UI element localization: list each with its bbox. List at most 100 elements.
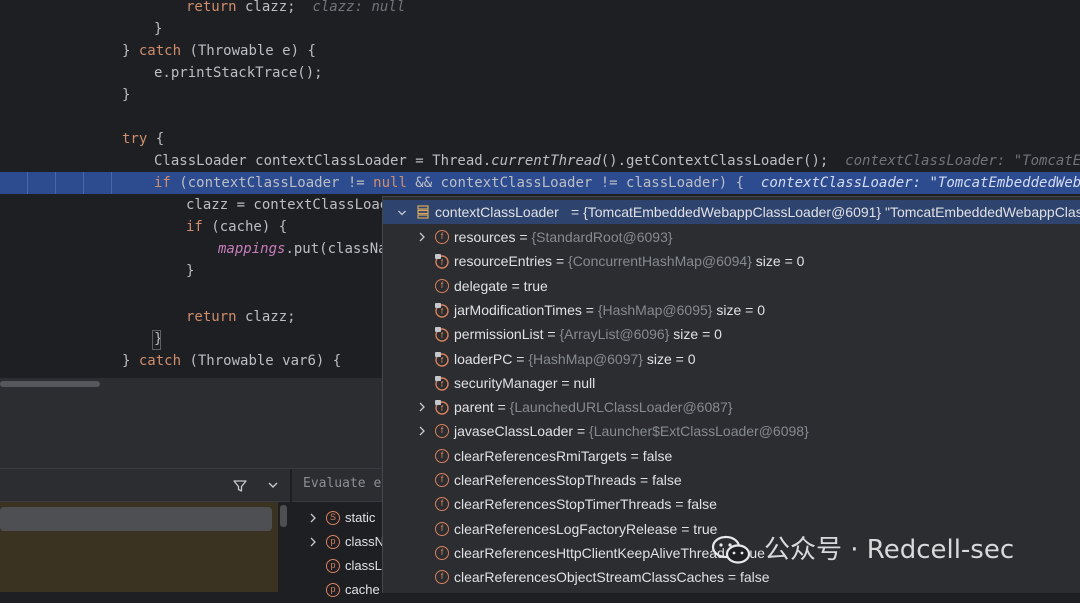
frames-header bbox=[0, 469, 290, 502]
chevron-down-icon[interactable] bbox=[397, 207, 407, 219]
code-token: && contextClassLoader != classLoader) { bbox=[406, 175, 761, 191]
watermark-text: 公众号 · Redcell-sec bbox=[764, 535, 1015, 565]
field-value: = false bbox=[630, 447, 673, 464]
code-token: ().getContextClassLoader(); bbox=[600, 153, 846, 169]
inline-debug-hint: contextClassLoader: "TomcatEmbeddedWebap… bbox=[845, 153, 1080, 169]
field-icon: f bbox=[435, 278, 449, 293]
keyword-token: catch bbox=[138, 43, 182, 59]
variable-row[interactable]: p cache bbox=[292, 579, 382, 603]
field-name: delegate bbox=[454, 277, 508, 294]
variable-row[interactable]: Sstatic bbox=[292, 507, 382, 531]
filter-icon[interactable] bbox=[232, 478, 248, 494]
object-reference: {ConcurrentHashMap@6094} bbox=[568, 253, 752, 270]
keyword-token: if bbox=[154, 175, 171, 191]
code-text: if (cache) { bbox=[186, 216, 287, 238]
field-name: clearReferencesLogFactoryRelease bbox=[454, 520, 678, 537]
code-line[interactable]: try { bbox=[0, 128, 1080, 150]
chevron-down-icon[interactable] bbox=[266, 478, 280, 492]
object-reference: {HashMap@6095} bbox=[597, 301, 713, 318]
object-reference: {StandardRoot@6093} bbox=[531, 229, 673, 245]
object-reference: {HashMap@6097} bbox=[528, 350, 643, 367]
code-token: { bbox=[147, 131, 165, 147]
debug-tool-window: Evaluate e Sstatic p classN p classL p cache bbox=[0, 469, 385, 597]
scrollbar-thumb[interactable] bbox=[0, 381, 100, 387]
field-icon: f bbox=[435, 473, 449, 487]
code-token: (contextClassLoader != bbox=[170, 175, 374, 191]
selected-frame-row[interactable] bbox=[0, 507, 272, 531]
root-variable-value: = {TomcatEmbeddedWebappClassLoader@6091}… bbox=[571, 204, 1080, 220]
field-row-securityManager[interactable]: f securityManager = null bbox=[383, 371, 1080, 395]
chevron-right-icon[interactable] bbox=[417, 425, 427, 437]
equals-sign: = bbox=[547, 326, 560, 343]
field-name: parent bbox=[454, 399, 494, 416]
field-value: size = 0 bbox=[669, 326, 722, 343]
evaluate-expression-field[interactable]: Evaluate e bbox=[303, 476, 381, 491]
static-icon: S bbox=[326, 511, 340, 525]
code-line[interactable]: } bbox=[0, 18, 1080, 40]
code-text: } catch (Throwable e) { bbox=[122, 40, 316, 62]
parameter-icon: p bbox=[326, 559, 340, 573]
keyword-token: if bbox=[186, 219, 203, 235]
field-value: = false bbox=[640, 472, 682, 488]
frames-list[interactable] bbox=[0, 502, 278, 592]
chevron-right-icon[interactable] bbox=[308, 536, 318, 548]
code-line[interactable]: } catch (Throwable e) { bbox=[0, 40, 1080, 62]
field-row-loaderPC[interactable]: f loaderPC = {HashMap@6097} size = 0 bbox=[383, 347, 1080, 371]
field-row-clearReferencesStopTimerThreads[interactable]: f clearReferencesStopTimerThreads = false bbox=[383, 492, 1080, 516]
field-row-permissionList[interactable]: f permissionList = {ArrayList@6096} size … bbox=[383, 322, 1080, 346]
code-text: return clazz; bbox=[186, 306, 296, 328]
chevron-right-icon[interactable] bbox=[308, 512, 318, 524]
field-row-parent[interactable]: f parent = {LaunchedURLClassLoader@6087} bbox=[383, 395, 1080, 419]
field-locked-icon: f bbox=[435, 254, 449, 269]
field-row-clearReferencesObjectStreamClassCaches[interactable]: f clearReferencesObjectStreamClassCaches … bbox=[383, 565, 1080, 589]
chevron-right-icon[interactable] bbox=[417, 231, 427, 243]
field-row-javaseClassLoader[interactable]: f javaseClassLoader = {Launcher$ExtClassL… bbox=[383, 419, 1080, 443]
field-row-delegate[interactable]: f delegate = true bbox=[383, 274, 1080, 298]
code-token: ClassLoader contextClassLoader = Thread. bbox=[154, 153, 492, 169]
field-value: size = 0 bbox=[642, 350, 696, 367]
code-text: try { bbox=[122, 128, 164, 150]
code-token: e.printStackTrace(); bbox=[154, 65, 323, 81]
code-line[interactable]: ClassLoader contextClassLoader = Thread.… bbox=[0, 150, 1080, 172]
wechat-logo-icon bbox=[711, 535, 751, 564]
keyword-token: null bbox=[373, 175, 407, 191]
code-line[interactable]: e.printStackTrace(); bbox=[0, 62, 1080, 84]
field-value: = true bbox=[511, 277, 548, 294]
object-reference: {LaunchedURLClassLoader@6087} bbox=[509, 399, 733, 416]
inspector-root-row[interactable]: contextClassLoader = {TomcatEmbeddedWeba… bbox=[383, 200, 1080, 224]
field-row-resources[interactable]: f resources = {StandardRoot@6093} bbox=[383, 225, 1080, 249]
field-icon: f bbox=[435, 448, 449, 463]
field-row-jarModificationTimes[interactable]: f jarModificationTimes = {HashMap@6095} s… bbox=[383, 298, 1080, 322]
frames-scrollbar[interactable] bbox=[280, 505, 287, 527]
field-row-resourceEntries[interactable]: f resourceEntries = {ConcurrentHashMap@60… bbox=[383, 249, 1080, 273]
code-text: return clazz; clazz: null bbox=[186, 0, 405, 18]
svg-text:f: f bbox=[441, 404, 444, 413]
variable-row[interactable]: p classL bbox=[292, 555, 382, 579]
code-token: } bbox=[186, 263, 195, 279]
keyword-token: try bbox=[122, 131, 148, 147]
equals-sign: = bbox=[519, 229, 532, 245]
current-execution-line[interactable]: if (contextClassLoader != null && contex… bbox=[0, 172, 1080, 194]
code-line[interactable]: } bbox=[0, 84, 1080, 106]
stack-icon bbox=[417, 205, 429, 219]
code-token: currentThread bbox=[491, 153, 601, 169]
field-row-clearReferencesStopThreads[interactable]: f clearReferencesStopThreads = false bbox=[383, 468, 1080, 492]
field-row-clearReferencesRmiTargets[interactable]: f clearReferencesRmiTargets = false bbox=[383, 444, 1080, 468]
field-locked-icon: f bbox=[435, 375, 449, 391]
code-line[interactable]: return clazz; clazz: null bbox=[0, 0, 1080, 18]
root-variable-name: contextClassLoader bbox=[435, 204, 559, 220]
svg-text:f: f bbox=[441, 307, 444, 316]
variable-row[interactable]: p classN bbox=[292, 531, 385, 555]
editor-horizontal-scrollbar[interactable] bbox=[0, 378, 382, 390]
variables-header[interactable]: Evaluate e bbox=[292, 469, 382, 502]
field-locked-icon: f bbox=[435, 351, 449, 367]
code-token: (Throwable var6) { bbox=[181, 353, 342, 369]
variable-name: classN bbox=[345, 534, 385, 549]
field-name: resources bbox=[454, 229, 516, 245]
equals-sign: = bbox=[576, 423, 590, 440]
field-value: size = 0 bbox=[751, 253, 805, 270]
field-name: loaderPC bbox=[454, 350, 513, 367]
equals-sign: = bbox=[497, 399, 510, 416]
chevron-right-icon[interactable] bbox=[417, 401, 427, 413]
svg-text:f: f bbox=[441, 380, 444, 389]
